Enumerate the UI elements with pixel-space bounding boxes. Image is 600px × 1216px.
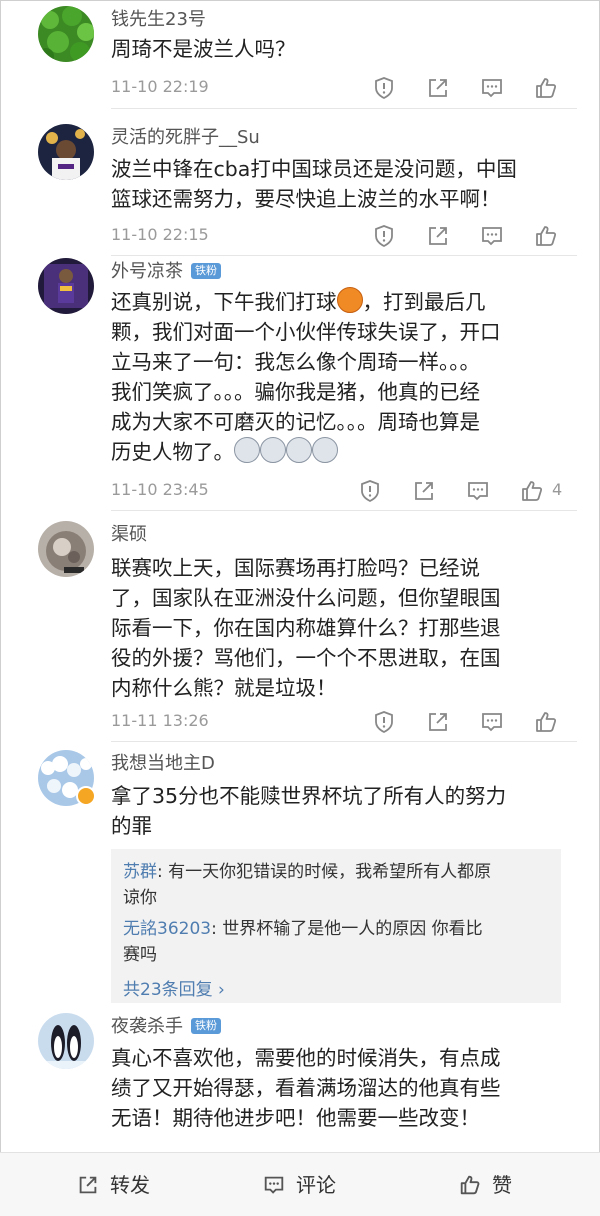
comment-text: 拿了35分也不能赎世界杯坑了所有人的努力 的罪 [111,784,507,838]
fan-badge: 铁粉 [191,1018,221,1034]
husky-emoji [312,437,338,463]
replies-box: 苏群: 有一天你犯错误的时候，我希望所有人都原 谅你 无詺36203: 世界杯输… [111,849,561,1003]
comment-text: 真心不喜欢他，需要他的时候消失，有点成 绩了又开始得瑟，看着满场溜达的他真有些 … [111,1046,501,1130]
comment-icon[interactable] [479,75,505,101]
share-icon[interactable] [425,223,451,249]
reply-text: 世界杯输了是他一人的原因 你看比 [222,919,483,939]
more-replies-link[interactable]: 共23条回复 › [123,975,225,1000]
comment-date: 11-10 22:19 [111,77,209,96]
avatar[interactable] [38,6,94,62]
like-icon[interactable] [533,75,559,101]
reply-text: 谅你 [123,888,157,908]
comment-icon[interactable] [479,223,505,249]
forward-label: 转发 [110,1173,150,1197]
comment-icon[interactable] [465,478,491,504]
reply-text: 赛吗 [123,945,157,965]
comment-meta: 11-10 23:45 4 [111,478,563,504]
username[interactable]: 渠硕 [111,524,147,546]
reply-colon: : [157,862,169,882]
comment-icon [264,1176,284,1194]
avatar[interactable] [38,124,94,180]
comment-icon[interactable] [479,709,505,735]
comment-meta: 11-11 13:26 [111,709,561,735]
username[interactable]: 夜袭杀手 铁粉 [111,1016,221,1038]
like-icon[interactable] [533,223,559,249]
comment-date: 11-10 22:15 [111,225,209,244]
comment-button[interactable]: 评论 [262,1169,352,1201]
like-icon[interactable] [519,478,545,504]
share-icon [79,1176,97,1194]
basketball-emoji [336,287,363,313]
husky-emoji [260,437,286,463]
comment-meta: 11-10 22:19 [111,75,561,101]
comment-text: 还真别说，下午我们打球 ，打到最后几 颗，我们对面一个小伙伴传球失误了，开口 立马… [111,287,563,467]
avatar[interactable] [38,1013,94,1069]
like-label: 赞 [492,1173,512,1197]
reply-text: 有一天你犯错误的时候，我希望所有人都原 [168,862,492,882]
fan-badge: 铁粉 [191,263,221,279]
bottom-action-bar: 转发 评论 赞 [0,1152,600,1216]
reply-item[interactable]: 苏群: 有一天你犯错误的时候，我希望所有人都原 谅你 [123,859,553,911]
username[interactable]: 钱先生23号 [111,9,206,31]
husky-emoji [286,437,312,463]
comment-date: 11-11 13:26 [111,711,209,730]
avatar[interactable] [38,258,94,314]
share-icon[interactable] [411,478,437,504]
share-icon[interactable] [425,709,451,735]
comment-date: 11-10 23:45 [111,480,209,499]
divider [111,510,577,511]
comment-text: 联赛吹上天，国际赛场再打脸吗？已经说 了，国家队在亚洲没什么问题，但你望眼国 际… [111,556,501,700]
husky-emoji [234,437,260,463]
like-button[interactable]: 赞 [458,1169,528,1201]
divider [111,741,577,742]
report-icon[interactable] [371,223,397,249]
reply-username[interactable]: 苏群 [123,862,157,882]
divider [111,255,577,256]
divider [111,108,577,109]
avatar[interactable] [38,521,94,577]
verified-icon [76,786,96,806]
comment-meta: 11-10 22:15 [111,223,561,249]
like-icon[interactable] [533,709,559,735]
reply-item[interactable]: 无詺36203: 世界杯输了是他一人的原因 你看比 赛吗 [123,916,553,968]
forward-button[interactable]: 转发 [76,1169,166,1201]
report-icon[interactable] [371,709,397,735]
comment-label: 评论 [296,1173,336,1197]
comment-text: 波兰中锋在cba打中国球员还是没问题，中国 篮球还需努力，要尽快追上波兰的水平啊… [111,157,517,211]
report-icon[interactable] [357,478,383,504]
username[interactable]: 外号凉茶 铁粉 [111,261,221,283]
username[interactable]: 灵活的死胖子__Su [111,127,260,149]
like-icon [460,1175,480,1195]
username[interactable]: 我想当地主D [111,753,215,775]
like-count: 4 [552,480,563,499]
reply-colon: : [211,919,223,939]
reply-username[interactable]: 无詺36203 [123,919,211,939]
report-icon[interactable] [371,75,397,101]
share-icon[interactable] [425,75,451,101]
comment-text: 周琦不是波兰人吗？ [111,37,296,61]
